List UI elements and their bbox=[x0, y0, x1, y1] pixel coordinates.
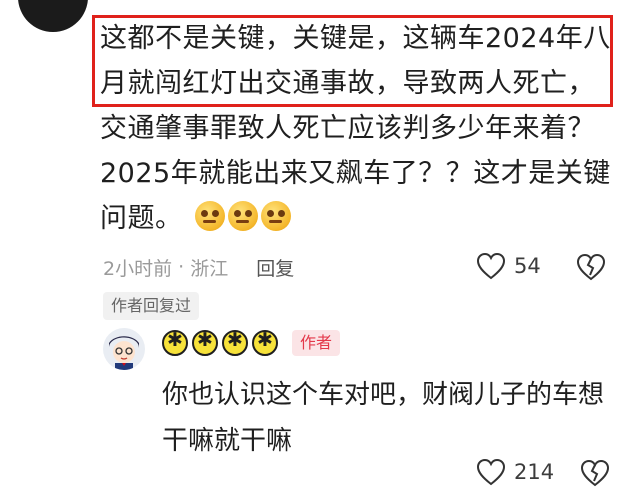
comment-time: 2小时前 bbox=[103, 257, 173, 280]
location-separator: · bbox=[172, 256, 191, 278]
broken-heart-icon[interactable] bbox=[580, 458, 610, 488]
reply-meta-cutoff bbox=[162, 460, 632, 490]
broken-heart-icon[interactable] bbox=[576, 252, 606, 282]
author-badge: 作者 bbox=[292, 330, 341, 356]
author-replied-tag: 作者回复过 bbox=[103, 292, 200, 320]
star-icon bbox=[162, 329, 188, 356]
heart-icon bbox=[476, 458, 506, 486]
comment-location: 浙江 bbox=[190, 257, 229, 280]
thinking-face-icon bbox=[194, 201, 225, 231]
star-icon bbox=[192, 329, 218, 356]
cartoon-avatar-icon bbox=[109, 336, 139, 370]
reply-body: 你也认识这个车对吧，财阀儿子的车想干嘛就干嘛 bbox=[162, 380, 605, 456]
thinking-face-icon bbox=[260, 201, 291, 231]
like-button[interactable]: 54 bbox=[476, 252, 541, 280]
heart-icon bbox=[476, 252, 506, 280]
comment-meta: 2小时前 · 浙江 回复 bbox=[103, 252, 294, 282]
author-name[interactable]: 作者 bbox=[162, 329, 341, 356]
reply-like-count: 214 bbox=[514, 460, 555, 484]
reply-like-button[interactable]: 214 bbox=[476, 458, 554, 486]
star-icon bbox=[252, 329, 278, 356]
thinking-face-icon bbox=[227, 201, 258, 231]
like-count: 54 bbox=[514, 254, 541, 278]
reply-button[interactable]: 回复 bbox=[256, 254, 294, 281]
author-avatar[interactable] bbox=[103, 328, 145, 370]
red-highlight-box bbox=[92, 15, 613, 107]
star-icon bbox=[222, 329, 248, 356]
commenter-avatar[interactable] bbox=[18, 0, 88, 32]
